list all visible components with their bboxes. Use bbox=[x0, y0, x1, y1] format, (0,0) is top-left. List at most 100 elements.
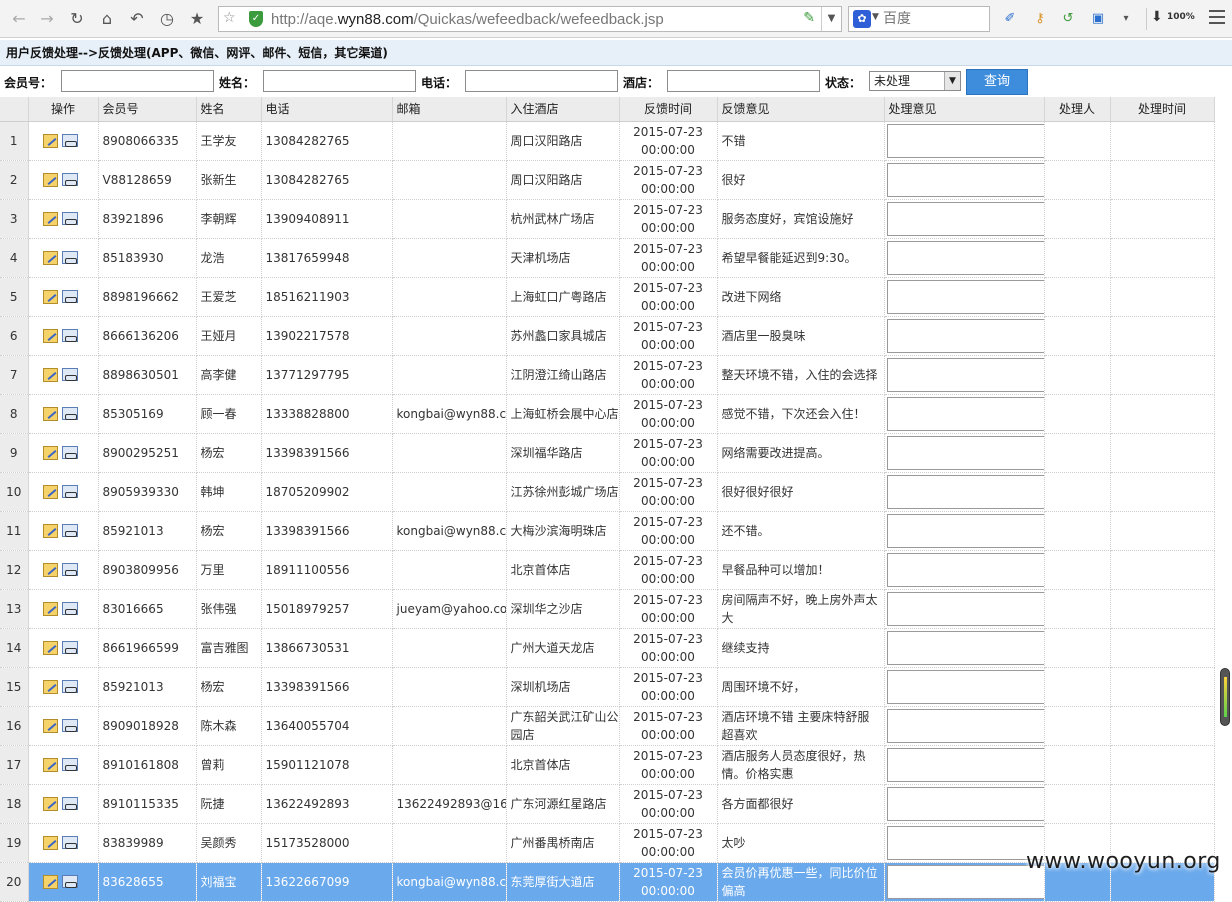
handle-opinion-textarea[interactable] bbox=[886, 669, 1043, 704]
edit-icon[interactable] bbox=[42, 679, 58, 694]
edit-icon[interactable] bbox=[42, 718, 58, 733]
bookmarks-star-icon[interactable]: ★ bbox=[186, 8, 208, 30]
header-handler[interactable]: 处理人 bbox=[1044, 97, 1111, 122]
edit-icon[interactable] bbox=[42, 445, 58, 460]
table-row[interactable]: 1 8908066335 王学友 13084282765 周口汉阳路店 2015-07-2… bbox=[0, 121, 1215, 161]
url-text[interactable]: http://aqe.wyn88.com/Quickas/wefeedback/… bbox=[271, 11, 664, 28]
undo-icon[interactable]: ↶ bbox=[126, 8, 148, 30]
view-icon[interactable] bbox=[61, 719, 78, 733]
view-icon[interactable] bbox=[61, 173, 78, 187]
table-row[interactable]: 12 8903809956 万里 18911100556 北京首体店 2015-07-23… bbox=[0, 550, 1215, 590]
url-dropdown-icon[interactable]: ▼ bbox=[821, 7, 841, 31]
view-icon[interactable] bbox=[61, 290, 78, 304]
handle-opinion-textarea[interactable] bbox=[886, 630, 1043, 665]
handle-opinion-textarea[interactable] bbox=[886, 552, 1043, 587]
view-icon[interactable] bbox=[61, 602, 78, 616]
view-icon[interactable] bbox=[61, 407, 78, 421]
reload-icon[interactable]: ↻ bbox=[66, 8, 88, 30]
table-row[interactable]: 3 83921896 李朝辉 13909408911 杭州武林广场店 2015-07-23… bbox=[0, 199, 1215, 239]
select-caret-icon[interactable]: ▼ bbox=[944, 72, 960, 90]
home-icon[interactable]: ⌂ bbox=[96, 8, 118, 30]
browser-search-input[interactable] bbox=[883, 9, 983, 29]
baidu-paw-icon[interactable]: ✿ bbox=[853, 10, 871, 28]
edit-icon[interactable] bbox=[42, 562, 58, 577]
scrollbar-thumb[interactable] bbox=[1220, 668, 1230, 726]
view-icon[interactable] bbox=[61, 134, 78, 148]
header-time[interactable]: 反馈时间 bbox=[619, 97, 718, 122]
handle-opinion-textarea[interactable] bbox=[886, 708, 1043, 743]
table-row[interactable]: 13 83016665张伟强15018979257jueyam@yahoo.com… bbox=[0, 589, 1215, 629]
handle-opinion-textarea[interactable] bbox=[886, 474, 1043, 509]
table-row[interactable]: 11 85921013杨宏13398391566kongbai@wyn88.com… bbox=[0, 511, 1215, 551]
status-select[interactable]: 未处理 ▼ bbox=[869, 71, 961, 91]
edit-icon[interactable] bbox=[42, 289, 58, 304]
pin-icon[interactable]: ✎ bbox=[803, 10, 815, 26]
table-row[interactable]: 10 8905939330 韩坤 18705209902 江苏徐州彭城广场店 2015-0… bbox=[0, 472, 1215, 512]
addon-refresh-icon[interactable]: ↺ bbox=[1058, 9, 1078, 29]
handle-opinion-textarea[interactable] bbox=[886, 591, 1043, 626]
header-name[interactable]: 姓名 bbox=[196, 97, 262, 122]
view-icon[interactable] bbox=[61, 758, 78, 772]
view-icon[interactable] bbox=[61, 212, 78, 226]
view-icon[interactable] bbox=[61, 446, 78, 460]
handle-opinion-textarea[interactable] bbox=[886, 825, 1043, 860]
table-row[interactable]: 18 8910115335阮捷1362249289313622492893@163… bbox=[0, 784, 1215, 824]
hamburger-menu-icon[interactable] bbox=[1206, 6, 1228, 30]
table-row[interactable]: 14 8661966599 富吉雅图 13866730531 广州大道天龙店 2015-0… bbox=[0, 628, 1215, 668]
query-button[interactable]: 查询 bbox=[966, 69, 1028, 95]
handle-opinion-textarea[interactable] bbox=[886, 279, 1043, 314]
edit-icon[interactable] bbox=[42, 250, 58, 265]
addon-key-icon[interactable]: ⚷ bbox=[1030, 9, 1050, 29]
handle-opinion-textarea[interactable] bbox=[886, 201, 1043, 236]
handle-opinion-textarea[interactable] bbox=[886, 435, 1043, 470]
name-input[interactable] bbox=[263, 70, 416, 92]
handle-opinion-textarea[interactable] bbox=[886, 786, 1043, 821]
header-handle-time[interactable]: 处理时间 bbox=[1110, 97, 1215, 122]
edit-icon[interactable] bbox=[42, 133, 58, 148]
edit-icon[interactable] bbox=[42, 601, 58, 616]
edit-icon[interactable] bbox=[42, 484, 58, 499]
header-feedback[interactable]: 反馈意见 bbox=[717, 97, 885, 122]
edit-icon[interactable] bbox=[42, 523, 58, 538]
handle-opinion-textarea[interactable] bbox=[886, 747, 1043, 782]
edit-icon[interactable] bbox=[42, 211, 58, 226]
view-icon[interactable] bbox=[61, 797, 78, 811]
handle-opinion-textarea[interactable] bbox=[886, 357, 1043, 392]
view-icon[interactable] bbox=[61, 680, 78, 694]
table-row[interactable]: 4 85183930 龙浩 13817659948 天津机场店 2015-07-23 00:… bbox=[0, 238, 1215, 278]
table-row[interactable]: 8 85305169顾一春13338828800kongbai@wyn88.com… bbox=[0, 394, 1215, 434]
view-icon[interactable] bbox=[61, 251, 78, 265]
address-bar[interactable]: ☆ ✓ http://aqe.wyn88.com/Quickas/wefeedb… bbox=[218, 6, 842, 32]
security-shield-icon[interactable]: ✓ bbox=[249, 11, 263, 27]
view-icon[interactable] bbox=[61, 641, 78, 655]
download-indicator[interactable]: ⬇ 100% bbox=[1146, 8, 1196, 30]
handle-opinion-textarea[interactable] bbox=[886, 513, 1043, 548]
handle-opinion-textarea[interactable] bbox=[886, 162, 1043, 197]
table-row[interactable]: 2 V88128659 张新生 13084282765 周口汉阳路店 2015-07-23… bbox=[0, 160, 1215, 200]
table-row[interactable]: 5 8898196662 王爱芝 18516211903 上海虹口广粤路店 2015-07… bbox=[0, 277, 1215, 317]
handle-opinion-textarea[interactable] bbox=[886, 864, 1043, 899]
back-icon[interactable]: ← bbox=[8, 8, 30, 30]
edit-icon[interactable] bbox=[42, 406, 58, 421]
forward-icon[interactable]: → bbox=[36, 8, 58, 30]
bookmark-page-icon[interactable]: ☆ bbox=[223, 10, 236, 26]
view-icon[interactable] bbox=[61, 485, 78, 499]
search-engine-dropdown-icon[interactable]: ▼ bbox=[872, 12, 879, 22]
header-phone[interactable]: 电话 bbox=[261, 97, 393, 122]
edit-icon[interactable] bbox=[42, 835, 58, 850]
view-icon[interactable] bbox=[61, 836, 78, 850]
edit-icon[interactable] bbox=[42, 328, 58, 343]
header-member[interactable]: 会员号 bbox=[98, 97, 197, 122]
edit-icon[interactable] bbox=[42, 640, 58, 655]
table-row[interactable]: 7 8898630501 高李健 13771297795 江阴澄江绮山路店 2015-07… bbox=[0, 355, 1215, 395]
search-box[interactable]: ✿ ▼ bbox=[848, 6, 990, 32]
handle-opinion-textarea[interactable] bbox=[886, 318, 1043, 353]
table-row[interactable]: 9 8900295251 杨宏 13398391566 深圳福华路店 2015-07-23… bbox=[0, 433, 1215, 473]
table-row[interactable]: 17 8910161808 曾莉 15901121078 北京首体店 2015-07-23… bbox=[0, 745, 1215, 785]
hotel-input[interactable] bbox=[667, 70, 820, 92]
table-row[interactable]: 6 8666136206 王娅月 13902217578 苏州蠡口家具城店 2015-07… bbox=[0, 316, 1215, 356]
handle-opinion-textarea[interactable] bbox=[886, 240, 1043, 275]
edit-icon[interactable] bbox=[42, 796, 58, 811]
addon-translate-icon[interactable]: ▣ bbox=[1088, 9, 1108, 29]
member-input[interactable] bbox=[61, 70, 214, 92]
